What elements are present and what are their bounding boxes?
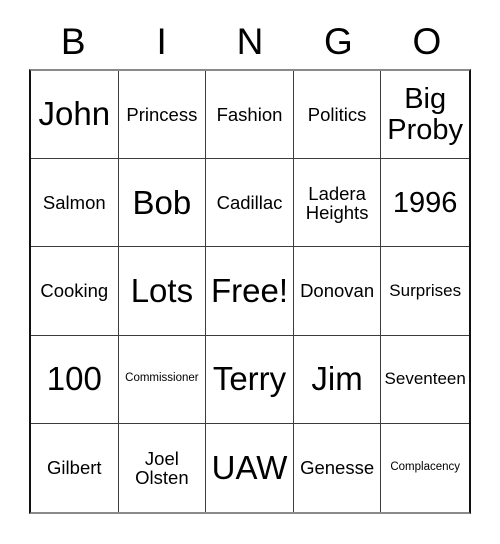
bingo-cell-r5c2[interactable]: Joel Olsten [118,423,207,512]
bingo-cell-r4c2[interactable]: Commissioner [118,335,207,424]
bingo-cell-label: Jim [311,360,363,398]
bingo-cell-label: Fashion [216,103,283,125]
bingo-cell-r1c3[interactable]: Fashion [206,71,294,160]
bingo-cell-r5c4[interactable]: Genesse [293,423,382,512]
bingo-cell-label: 100 [46,360,102,398]
bingo-header-letter-o: O [412,20,442,62]
bingo-cell-r4c5[interactable]: Seventeen [381,335,469,424]
bingo-cell-r1c2[interactable]: Princess [118,71,207,160]
bingo-header-letter-g: G [324,20,353,62]
bingo-cell-r3c2[interactable]: Lots [118,247,207,336]
bingo-cell-r3c1[interactable]: Cooking [31,247,119,336]
bingo-cell-label: Genesse [300,457,375,479]
bingo-cell-label: UAW [211,448,288,486]
bingo-cell-label: Lots [130,271,194,309]
bingo-cell-label: Complacency [390,460,461,473]
bingo-cell-label: Free! [210,271,288,309]
bingo-card: B I N G O John Princess Fashion Politics Big… [0,0,500,544]
bingo-cell-label: Seventeen [384,369,466,389]
bingo-cell-r2c1[interactable]: Salmon [31,159,119,248]
bingo-cell-r3c4[interactable]: Donovan [293,247,382,336]
bingo-cell-r1c1[interactable]: John [31,71,119,160]
bingo-cell-r5c1[interactable]: Gilbert [31,423,119,512]
bingo-cell-r1c4[interactable]: Politics [293,71,382,160]
bingo-cell-label: Salmon [42,192,106,214]
bingo-cell-r4c1[interactable]: 100 [31,335,119,424]
bingo-cell-label: Gilbert [47,457,102,479]
bingo-cell-label: Cooking [40,280,109,302]
bingo-cell-label: 1996 [392,186,458,219]
bingo-cell-r5c3[interactable]: UAW [206,423,294,512]
bingo-cell-label: John [38,95,111,133]
bingo-cell-label: Terry [212,360,287,398]
bingo-cell-r3c3[interactable]: Free! [206,247,294,336]
bingo-header-letter-n: N [236,20,264,62]
bingo-cell-r2c3[interactable]: Cadillac [206,159,294,248]
bingo-cell-label: Bob [132,183,192,221]
bingo-cell-r2c4[interactable]: Ladera Heights [293,159,382,248]
bingo-header-row: B I N G O [29,16,471,66]
bingo-cell-label: Ladera Heights [305,182,369,223]
bingo-cell-label: Politics [307,103,367,125]
bingo-cell-label: Joel Olsten [135,447,189,488]
bingo-cell-r2c5[interactable]: 1996 [381,159,469,248]
bingo-cell-label: Commissioner [125,372,199,385]
bingo-cell-label: Surprises [389,281,462,301]
bingo-cell-label: Donovan [300,280,375,302]
bingo-cell-r1c5[interactable]: Big Proby [381,71,469,160]
bingo-cell-label: Cadillac [216,192,283,214]
bingo-cell-r4c4[interactable]: Jim [293,335,382,424]
bingo-cell-r4c3[interactable]: Terry [206,335,294,424]
bingo-grid: John Princess Fashion Politics Big Proby Salm… [29,69,471,514]
bingo-cell-r5c5[interactable]: Complacency [381,423,469,512]
bingo-cell-label: Princess [126,103,198,125]
bingo-cell-label: Big Proby [387,83,464,146]
bingo-cell-r2c2[interactable]: Bob [118,159,207,248]
bingo-header-letter-b: B [60,20,86,62]
bingo-cell-r3c5[interactable]: Surprises [381,247,469,336]
bingo-header-letter-i: I [156,20,167,62]
